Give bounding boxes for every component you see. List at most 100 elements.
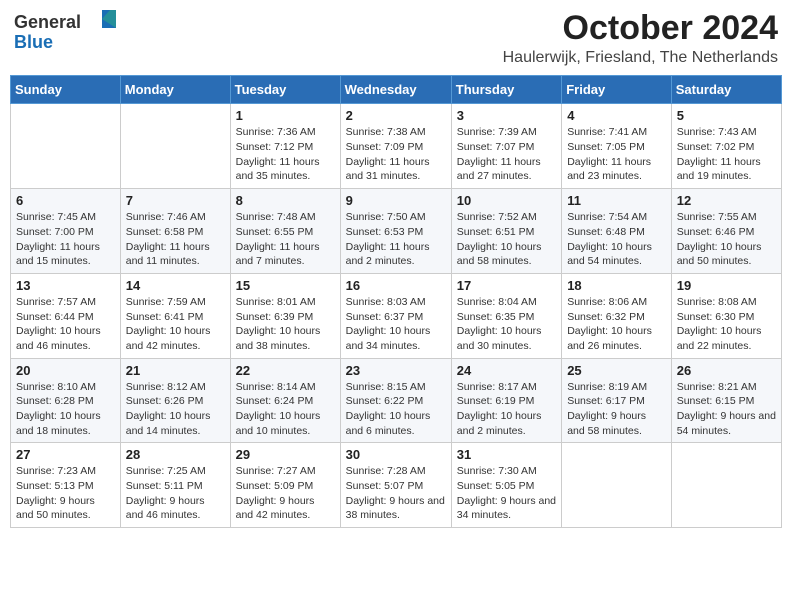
calendar-cell xyxy=(11,104,121,189)
calendar-table: SundayMondayTuesdayWednesdayThursdayFrid… xyxy=(10,75,782,528)
day-number: 20 xyxy=(16,363,115,378)
weekday-header-monday: Monday xyxy=(120,76,230,104)
calendar-cell: 19Sunrise: 8:08 AM Sunset: 6:30 PM Dayli… xyxy=(671,273,781,358)
day-number: 7 xyxy=(126,193,225,208)
day-info: Sunrise: 7:57 AM Sunset: 6:44 PM Dayligh… xyxy=(16,295,115,354)
day-info: Sunrise: 7:36 AM Sunset: 7:12 PM Dayligh… xyxy=(236,125,335,184)
day-info: Sunrise: 7:30 AM Sunset: 5:05 PM Dayligh… xyxy=(457,464,556,523)
week-row-4: 20 Sunrise: 8:10 AM Sunset: 6:28 PM Dayli… xyxy=(11,358,782,443)
day-info: Sunrise: 7:59 AM Sunset: 6:41 PM Dayligh… xyxy=(126,295,225,354)
calendar-cell: 5 Sunrise: 7:43 AM Sunset: 7:02 PM Daylig… xyxy=(671,104,781,189)
day-info: Sunrise: 8:12 AM Sunset: 6:26 PM Dayligh… xyxy=(126,380,225,439)
calendar-cell: 20 Sunrise: 8:10 AM Sunset: 6:28 PM Dayli… xyxy=(11,358,121,443)
calendar-cell: 16Sunrise: 8:03 AM Sunset: 6:37 PM Dayli… xyxy=(340,273,451,358)
calendar-cell: 28Sunrise: 7:25 AM Sunset: 5:11 PM Dayli… xyxy=(120,443,230,528)
day-number: 29 xyxy=(236,447,335,462)
day-number: 16 xyxy=(346,278,446,293)
day-number: 12 xyxy=(677,193,776,208)
day-info: Sunrise: 8:21 AM Sunset: 6:15 PM Dayligh… xyxy=(677,380,776,439)
day-info: Sunrise: 8:01 AM Sunset: 6:39 PM Dayligh… xyxy=(236,295,335,354)
day-info: Sunrise: 8:15 AM Sunset: 6:22 PM Dayligh… xyxy=(346,380,446,439)
weekday-header-sunday: Sunday xyxy=(11,76,121,104)
logo-blue-text: Blue xyxy=(14,33,53,53)
day-number: 13 xyxy=(16,278,115,293)
calendar-cell: 12Sunrise: 7:55 AM Sunset: 6:46 PM Dayli… xyxy=(671,189,781,274)
calendar-cell: 4Sunrise: 7:41 AM Sunset: 7:05 PM Daylig… xyxy=(562,104,672,189)
day-info: Sunrise: 7:28 AM Sunset: 5:07 PM Dayligh… xyxy=(346,464,446,523)
day-number: 31 xyxy=(457,447,556,462)
day-number: 21 xyxy=(126,363,225,378)
day-info: Sunrise: 8:10 AM Sunset: 6:28 PM Dayligh… xyxy=(16,380,115,439)
day-info: Sunrise: 8:08 AM Sunset: 6:30 PM Dayligh… xyxy=(677,295,776,354)
calendar-cell: 27Sunrise: 7:23 AM Sunset: 5:13 PM Dayli… xyxy=(11,443,121,528)
day-number: 30 xyxy=(346,447,446,462)
day-info: Sunrise: 8:04 AM Sunset: 6:35 PM Dayligh… xyxy=(457,295,556,354)
day-number: 27 xyxy=(16,447,115,462)
day-info: Sunrise: 8:06 AM Sunset: 6:32 PM Dayligh… xyxy=(567,295,666,354)
logo-general-text: General xyxy=(14,12,81,32)
day-number: 11 xyxy=(567,193,666,208)
day-number: 5 xyxy=(677,108,776,123)
day-info: Sunrise: 7:54 AM Sunset: 6:48 PM Dayligh… xyxy=(567,210,666,269)
calendar-cell: 24 Sunrise: 8:17 AM Sunset: 6:19 PM Dayli… xyxy=(451,358,561,443)
day-info: Sunrise: 7:41 AM Sunset: 7:05 PM Dayligh… xyxy=(567,125,666,184)
calendar-cell: 7Sunrise: 7:46 AM Sunset: 6:58 PM Daylig… xyxy=(120,189,230,274)
calendar-cell: 21 Sunrise: 8:12 AM Sunset: 6:26 PM Dayli… xyxy=(120,358,230,443)
day-info: Sunrise: 7:52 AM Sunset: 6:51 PM Dayligh… xyxy=(457,210,556,269)
weekday-header-thursday: Thursday xyxy=(451,76,561,104)
calendar-cell: 31 Sunrise: 7:30 AM Sunset: 5:05 PM Dayli… xyxy=(451,443,561,528)
calendar-cell: 30 Sunrise: 7:28 AM Sunset: 5:07 PM Dayli… xyxy=(340,443,451,528)
day-number: 9 xyxy=(346,193,446,208)
weekday-header-tuesday: Tuesday xyxy=(230,76,340,104)
calendar-cell: 25 Sunrise: 8:19 AM Sunset: 6:17 PM Dayli… xyxy=(562,358,672,443)
day-number: 6 xyxy=(16,193,115,208)
day-number: 23 xyxy=(346,363,446,378)
weekday-header-saturday: Saturday xyxy=(671,76,781,104)
week-row-3: 13 Sunrise: 7:57 AM Sunset: 6:44 PM Dayli… xyxy=(11,273,782,358)
day-info: Sunrise: 7:43 AM Sunset: 7:02 PM Dayligh… xyxy=(677,125,776,184)
day-number: 24 xyxy=(457,363,556,378)
day-info: Sunrise: 7:25 AM Sunset: 5:11 PM Dayligh… xyxy=(126,464,225,523)
weekday-header-friday: Friday xyxy=(562,76,672,104)
day-info: Sunrise: 8:17 AM Sunset: 6:19 PM Dayligh… xyxy=(457,380,556,439)
day-info: Sunrise: 7:45 AM Sunset: 7:00 PM Dayligh… xyxy=(16,210,115,269)
day-number: 3 xyxy=(457,108,556,123)
calendar-cell: 14 Sunrise: 7:59 AM Sunset: 6:41 PM Dayli… xyxy=(120,273,230,358)
day-number: 8 xyxy=(236,193,335,208)
day-info: Sunrise: 8:19 AM Sunset: 6:17 PM Dayligh… xyxy=(567,380,666,439)
day-number: 18 xyxy=(567,278,666,293)
weekday-header-wednesday: Wednesday xyxy=(340,76,451,104)
calendar-cell: 9 Sunrise: 7:50 AM Sunset: 6:53 PM Daylig… xyxy=(340,189,451,274)
calendar-cell: 23 Sunrise: 8:15 AM Sunset: 6:22 PM Dayli… xyxy=(340,358,451,443)
calendar-cell xyxy=(671,443,781,528)
day-info: Sunrise: 7:48 AM Sunset: 6:55 PM Dayligh… xyxy=(236,210,335,269)
day-info: Sunrise: 7:50 AM Sunset: 6:53 PM Dayligh… xyxy=(346,210,446,269)
calendar-cell: 2Sunrise: 7:38 AM Sunset: 7:09 PM Daylig… xyxy=(340,104,451,189)
logo-flag-icon xyxy=(88,10,116,28)
calendar-cell: 22Sunrise: 8:14 AM Sunset: 6:24 PM Dayli… xyxy=(230,358,340,443)
calendar-cell xyxy=(562,443,672,528)
day-number: 2 xyxy=(346,108,446,123)
day-number: 17 xyxy=(457,278,556,293)
calendar-cell: 11 Sunrise: 7:54 AM Sunset: 6:48 PM Dayli… xyxy=(562,189,672,274)
day-info: Sunrise: 8:14 AM Sunset: 6:24 PM Dayligh… xyxy=(236,380,335,439)
day-number: 26 xyxy=(677,363,776,378)
calendar-cell: 1Sunrise: 7:36 AM Sunset: 7:12 PM Daylig… xyxy=(230,104,340,189)
day-number: 10 xyxy=(457,193,556,208)
day-number: 14 xyxy=(126,278,225,293)
day-info: Sunrise: 7:27 AM Sunset: 5:09 PM Dayligh… xyxy=(236,464,335,523)
calendar-cell: 18 Sunrise: 8:06 AM Sunset: 6:32 PM Dayli… xyxy=(562,273,672,358)
page-header: General Blue October 2024 Haulerwijk, Fr… xyxy=(10,10,782,67)
calendar-cell: 17 Sunrise: 8:04 AM Sunset: 6:35 PM Dayli… xyxy=(451,273,561,358)
week-row-1: 1Sunrise: 7:36 AM Sunset: 7:12 PM Daylig… xyxy=(11,104,782,189)
day-info: Sunrise: 7:39 AM Sunset: 7:07 PM Dayligh… xyxy=(457,125,556,184)
logo: General Blue xyxy=(14,10,116,53)
calendar-cell: 29 Sunrise: 7:27 AM Sunset: 5:09 PM Dayli… xyxy=(230,443,340,528)
calendar-cell xyxy=(120,104,230,189)
location-title: Haulerwijk, Friesland, The Netherlands xyxy=(503,49,778,67)
title-block: October 2024 Haulerwijk, Friesland, The … xyxy=(503,10,778,67)
calendar-cell: 8 Sunrise: 7:48 AM Sunset: 6:55 PM Daylig… xyxy=(230,189,340,274)
day-number: 25 xyxy=(567,363,666,378)
calendar-cell: 3 Sunrise: 7:39 AM Sunset: 7:07 PM Daylig… xyxy=(451,104,561,189)
week-row-5: 27Sunrise: 7:23 AM Sunset: 5:13 PM Dayli… xyxy=(11,443,782,528)
